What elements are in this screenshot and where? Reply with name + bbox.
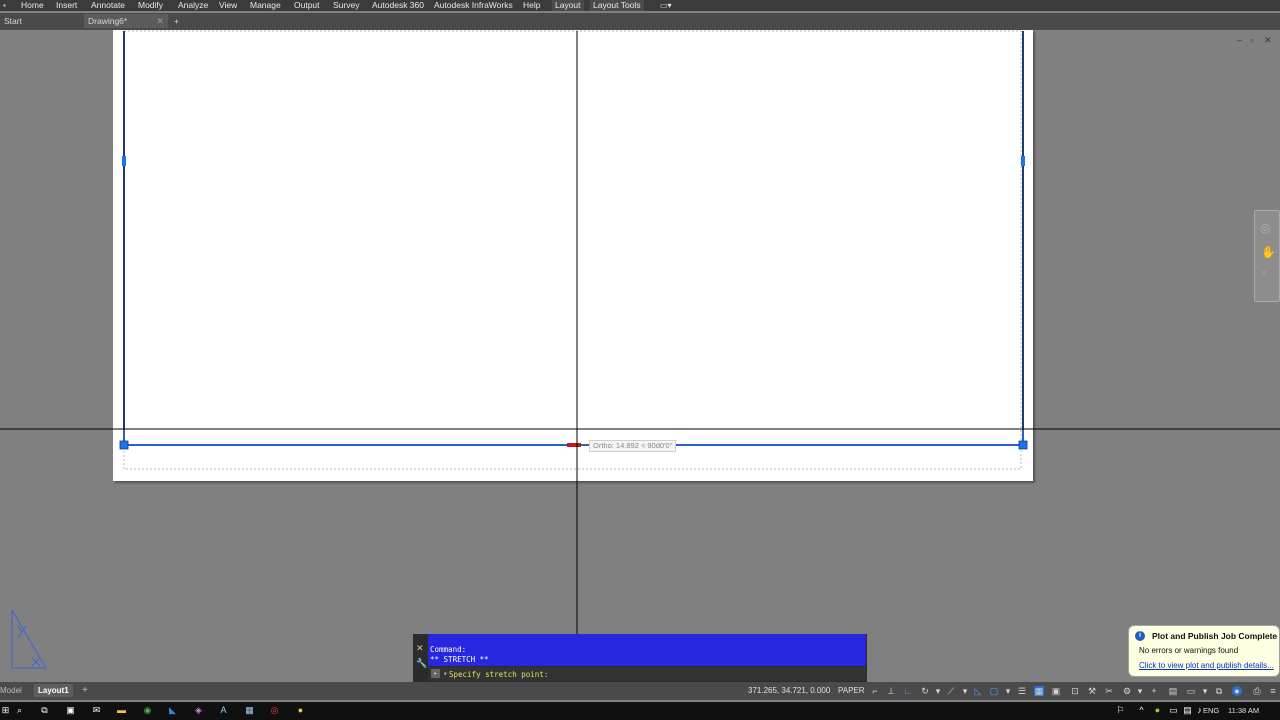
chevron-down-icon[interactable]: ▾ [960,686,970,696]
selection-cycling-icon[interactable]: ▣ [1051,686,1061,696]
pan-icon[interactable]: ✋ [1261,245,1276,259]
people-icon[interactable]: ⚐ [1115,705,1126,716]
info-icon: i [1135,631,1145,641]
object-snap-icon[interactable]: ◺ [973,686,983,696]
hardware-acceleration-icon[interactable]: ⧉ [1214,686,1224,696]
mail-icon[interactable]: ✉ [91,705,102,716]
grip-bottom-left [119,440,129,450]
search-icon[interactable]: ⌕ [14,705,25,716]
close-icon[interactable]: ✕ [416,643,424,654]
ortho-tooltip: Ortho: 14.892 < 90d0'0" [589,440,677,452]
add-layout-button[interactable]: + [82,684,88,697]
plot-details-link[interactable]: Click to view plot and publish details..… [1139,661,1274,670]
chevron-down-icon[interactable]: ▾ [1135,686,1145,696]
ucs-icon [11,609,47,669]
calculator-icon[interactable]: ▦ [244,705,255,716]
zoom-icon[interactable]: ⌕ [1261,267,1267,280]
command-prompt-icon[interactable]: ▸ [431,669,440,678]
isolate-objects-icon[interactable]: ● [1232,686,1242,696]
command-prompt-text: Specify stretch point: [449,670,549,679]
grip-left-mid [122,156,126,166]
record-icon[interactable]: ◎ [269,705,280,716]
chevron-down-icon[interactable]: ▾ [1003,686,1013,696]
printable-area-border [123,30,1022,470]
chevron-down-icon[interactable]: ▾ [1200,686,1210,696]
power-icon[interactable]: ▭ [1168,705,1179,716]
autocad-icon[interactable]: A [218,705,229,716]
tab-model[interactable]: Model [0,684,22,697]
annotation-visibility-icon[interactable]: ✂ [1104,686,1114,696]
notification-message: No errors or warnings found [1139,646,1239,655]
plus-icon[interactable]: + [1149,686,1159,696]
plot-status-icon[interactable]: ⎙ [1252,686,1262,696]
app-yellow-icon[interactable]: ● [295,705,306,716]
command-history-line: Command: [430,645,467,654]
annotation-scale-icon[interactable]: ⚒ [1087,686,1097,696]
store-icon[interactable]: ▣ [65,705,76,716]
wrench-icon[interactable]: 🔧 [416,658,427,669]
visual-studio-code-icon[interactable]: ◣ [167,705,178,716]
paper-space-toggle[interactable]: PAPER [838,686,865,695]
snap-tracking-icon[interactable]: ▢ [989,686,999,696]
ortho-icon[interactable]: ∟ [903,686,913,696]
steering-wheel-icon[interactable]: ◎ [1260,221,1270,235]
app-icon[interactable]: ◈ [193,705,204,716]
network-icon[interactable]: ▤ [1182,705,1193,716]
coordinate-readout[interactable]: 371.265, 34.721, 0.000 [748,686,830,695]
taskbar-clock[interactable]: 11:38 AM [1228,706,1259,715]
lock-ui-icon[interactable]: ▤ [1168,686,1178,696]
tab-layout1[interactable]: Layout1 [34,684,73,697]
command-history: Command: ** STRETCH ** [428,634,866,666]
annotation-monitor-icon[interactable]: ⊡ [1070,686,1080,696]
chevron-down-icon[interactable]: ▾ [933,686,943,696]
windows-taskbar [0,702,1280,720]
infer-icon[interactable]: ⊥ [886,686,896,696]
grip-hot-stretch-point [567,443,581,447]
language-indicator[interactable]: ENG [1203,706,1219,715]
grip-bottom-right [1018,440,1028,450]
task-view-icon[interactable]: ⧉ [39,705,50,716]
command-input[interactable]: ▸ ▾ Specify stretch point: [428,667,866,681]
windows-start-icon[interactable]: ⊞ [0,705,11,716]
transparency-icon[interactable]: ▦ [1034,686,1044,696]
drawing-canvas[interactable] [0,0,1280,720]
polar-icon[interactable]: ↻ [920,686,930,696]
lineweight-icon[interactable]: ☰ [1017,686,1027,696]
file-explorer-icon[interactable]: ▬ [116,705,127,716]
chrome-icon[interactable]: ◉ [142,705,153,716]
snap-icon[interactable]: ⌐ [870,686,880,696]
isodraft-icon[interactable]: ⟋ [946,686,956,696]
notification-title: Plot and Publish Job Complete [1152,631,1278,641]
command-history-line: ** STRETCH ** [430,655,489,664]
customize-icon[interactable]: ≡ [1268,686,1278,696]
prompt-arrow-icon: ▾ [443,669,448,678]
plot-publish-notification[interactable]: i Plot and Publish Job Complete No error… [1128,625,1280,677]
chevron-up-icon[interactable]: ^ [1136,705,1147,716]
display-icon[interactable]: ▭ [1186,686,1196,696]
tray-app-icon[interactable]: ● [1152,705,1163,716]
workspace-gear-icon[interactable]: ⚙ [1122,686,1132,696]
navigation-bar[interactable]: ◎ ✋ ⌕ [1254,210,1280,302]
grip-right-mid [1021,156,1025,166]
